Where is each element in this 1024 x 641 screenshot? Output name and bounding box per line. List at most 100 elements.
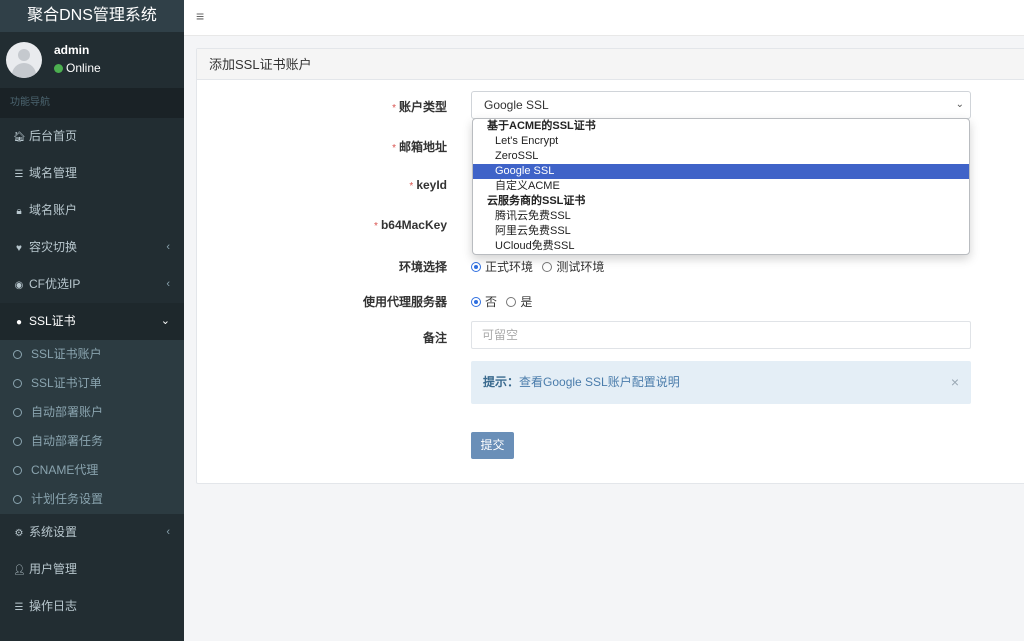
user-name: admin [54, 43, 90, 57]
gears-icon: ⚙ [14, 528, 24, 539]
submenu-item-cron-settings[interactable]: 计划任务设置 [0, 485, 184, 514]
env-radio-test[interactable] [542, 262, 553, 272]
ssl-submenu: SSL证书账户 SSL证书订单 自动部署账户 自动部署任务 CNAME代理 计划… [0, 340, 184, 514]
circle-icon [13, 350, 22, 359]
chevron-down-icon: ⌄ [955, 99, 964, 110]
close-icon[interactable]: × [951, 361, 959, 404]
dropdown-group-acme: 基于ACME的SSL证书 [487, 120, 596, 132]
dropdown-option-aliyun-ssl[interactable]: 阿里云免费SSL [473, 224, 969, 239]
app-title[interactable]: 聚合DNS管理系统 [0, 0, 184, 32]
sidebar-item-label: 域名管理 [29, 166, 78, 180]
b64mackey-label: * b64MacKey [247, 218, 447, 232]
remark-input[interactable] [471, 321, 971, 349]
home-icon: 🏠︎ [13, 132, 26, 143]
circle-icon [13, 495, 22, 504]
chevron-down-icon: ⌄ [160, 315, 170, 327]
sidebar-item-label: 容灾切换 [29, 240, 78, 254]
user-status-label: Online [66, 61, 101, 75]
submenu-label: SSL证书订单 [31, 376, 102, 390]
env-label: 环境选择 [398, 260, 447, 274]
submit-button[interactable]: 提交 [471, 432, 514, 459]
sidebar-item-logs[interactable]: ☰ 操作日志 [0, 588, 184, 625]
dropdown-option-ucloud-ssl[interactable]: UCloud免费SSL [473, 239, 969, 254]
proxy-option-label: 是 [520, 295, 533, 309]
user-status: Online [54, 61, 101, 75]
env-option-label: 正式环境 [485, 260, 534, 274]
online-dot-icon [54, 64, 63, 73]
submenu-item-deploy-accounts[interactable]: 自动部署账户 [0, 398, 184, 427]
circle-icon [13, 379, 22, 388]
circle-icon [13, 437, 22, 446]
top-bar: ≡ [184, 0, 1024, 36]
proxy-radio-group: 否 是 [471, 293, 538, 310]
circle-icon [13, 466, 22, 475]
proxy-label: 使用代理服务器 [362, 295, 447, 309]
chevron-left-icon: ‹ [166, 526, 170, 538]
env-radio-group: 正式环境 测试环境 [471, 258, 610, 275]
required-marker: * [409, 181, 414, 192]
proxy-radio-no[interactable] [471, 297, 481, 307]
proxy-option-label: 否 [485, 295, 498, 309]
account-type-select[interactable]: Google SSL ⌄ [471, 91, 971, 119]
user-icon: 👤︎ [13, 565, 26, 576]
globe-icon: ◉ [14, 280, 24, 291]
keyid-label: * keyId [247, 178, 447, 192]
email-label: * 邮箱地址 [247, 138, 447, 155]
menu-toggle-icon[interactable]: ≡ [196, 8, 204, 24]
label-text: 邮箱地址 [398, 140, 447, 154]
sidebar-item-domains[interactable]: ☰ 域名管理 [0, 155, 184, 192]
sidebar-item-label: 域名账户 [29, 203, 78, 217]
env-radio-production[interactable] [471, 262, 481, 272]
sidebar-item-label: 系统设置 [29, 525, 78, 539]
label-text: 账户类型 [398, 100, 447, 114]
env-option-label: 测试环境 [556, 260, 605, 274]
submenu-item-ssl-accounts[interactable]: SSL证书账户 [0, 340, 184, 369]
chevron-left-icon: ‹ [166, 278, 170, 290]
panel-title: 添加SSL证书账户 [197, 49, 1024, 80]
sidebar-item-label: SSL证书 [29, 314, 76, 328]
sidebar-item-label: 用户管理 [29, 562, 78, 576]
submenu-label: CNAME代理 [31, 463, 99, 477]
sidebar-item-cf-ip[interactable]: ◉ CF优选IP ‹ [0, 266, 184, 303]
nav-header: 功能导航 [0, 88, 184, 118]
submenu-item-deploy-tasks[interactable]: 自动部署任务 [0, 427, 184, 456]
account-type-value: Google SSL [484, 98, 549, 112]
sidebar-item-label: 后台首页 [29, 129, 78, 143]
remark-label: 备注 [422, 331, 447, 345]
dropdown-option-custom-acme[interactable]: 自定义ACME [473, 179, 969, 194]
submenu-item-cname-proxy[interactable]: CNAME代理 [0, 456, 184, 485]
account-type-label: * 账户类型 [247, 98, 447, 115]
dropdown-option-lets-encrypt[interactable]: Let's Encrypt [473, 134, 969, 149]
sidebar-item-failover[interactable]: ♥ 容灾切换 ‹ [0, 229, 184, 266]
sidebar-item-label: 操作日志 [29, 599, 78, 613]
sidebar-item-users[interactable]: 👤︎ 用户管理 [0, 551, 184, 588]
heartbeat-icon: ♥ [16, 243, 22, 254]
lock-icon: 🔒︎ [16, 206, 22, 217]
required-marker: * [374, 221, 378, 232]
user-panel: admin Online [0, 32, 184, 88]
submenu-label: 自动部署账户 [31, 405, 104, 419]
sidebar-item-ssl[interactable]: ● SSL证书 ⌄ [0, 303, 184, 340]
list-icon: ☰ [14, 602, 24, 613]
sidebar-item-system-settings[interactable]: ⚙ 系统设置 ‹ [0, 514, 184, 551]
required-marker: * [392, 103, 396, 114]
dropdown-option-zerossl[interactable]: ZeroSSL [473, 149, 969, 164]
hint-alert: 提示：查看Google SSL账户配置说明 × [471, 361, 971, 404]
sidebar-item-dashboard[interactable]: 🏠︎ 后台首页 [0, 118, 184, 155]
sidebar-item-domain-accounts[interactable]: 🔒︎ 域名账户 [0, 192, 184, 229]
proxy-radio-yes[interactable] [506, 297, 517, 307]
sidebar: 聚合DNS管理系统 admin Online 功能导航 🏠︎ 后台首页 ☰ 域名管理… [0, 0, 184, 641]
avatar [6, 42, 42, 78]
dropdown-option-tencent-ssl[interactable]: 腾讯云免费SSL [473, 209, 969, 224]
dropdown-option-google-ssl[interactable]: Google SSL [473, 164, 969, 179]
submenu-item-ssl-orders[interactable]: SSL证书订单 [0, 369, 184, 398]
hint-prefix: 提示： [483, 375, 520, 389]
label-text: b64MacKey [380, 218, 447, 232]
circle-icon [13, 408, 22, 417]
dropdown-group-cloud: 云服务商的SSL证书 [487, 195, 586, 207]
list-icon: ☰ [14, 169, 24, 180]
hint-link[interactable]: 查看Google SSL账户配置说明 [519, 375, 680, 389]
label-text: keyId [416, 178, 447, 192]
required-marker: * [392, 143, 396, 154]
submenu-label: SSL证书账户 [31, 347, 102, 361]
